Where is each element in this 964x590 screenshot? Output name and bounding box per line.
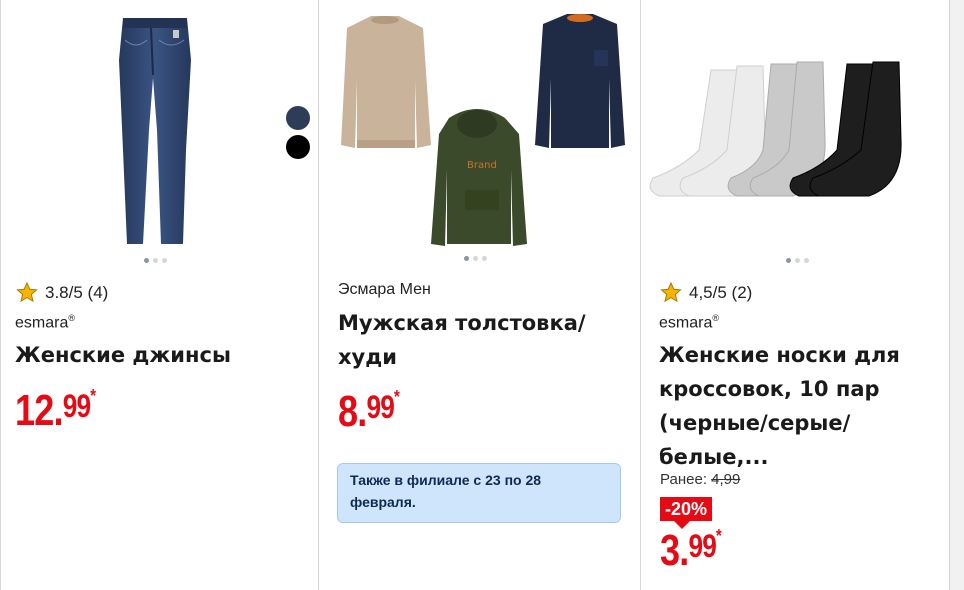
product-grid: 3.8/5 (4) esmara® Женские джинсы 12.99* … — [0, 0, 964, 590]
price-asterisk: * — [90, 386, 96, 406]
price-main: 12. — [15, 386, 64, 435]
title-line: Мужская толстовка/ — [338, 311, 586, 335]
notice-line: Также в филиале с 23 по 28 — [350, 472, 542, 488]
discount-badge: -20% — [660, 497, 713, 529]
product-rating[interactable]: 3.8/5 (4) — [15, 281, 108, 304]
sweatshirt-hoodie-product-image[interactable]: Brand — [319, 0, 640, 255]
carousel-dots[interactable] — [144, 258, 167, 263]
product-title[interactable]: Мужская толстовка/ худи — [338, 306, 586, 374]
product-title[interactable]: Женские носки для кроссовок, 10 пар (чер… — [659, 338, 949, 474]
carousel-dots[interactable] — [464, 256, 487, 261]
product-title[interactable]: Женские джинсы — [15, 338, 231, 372]
color-swatch-black[interactable] — [286, 135, 310, 159]
product-brand: esmara® — [659, 313, 719, 332]
price-cents: 99 — [62, 388, 91, 424]
product-card-sweatshirt[interactable]: Brand Эсмара Мен Мужская толстовка/ худи… — [286, 0, 640, 590]
old-price: Ранее: 4,99 — [660, 471, 740, 488]
product-card-jeans[interactable]: 3.8/5 (4) esmara® Женские джинсы 12.99* — [1, 0, 318, 590]
title-line: (черные/серые/белые,... — [659, 411, 851, 469]
product-brand: Эсмара Мен — [338, 281, 431, 298]
product-price: 8.99* — [338, 387, 400, 437]
old-price-value: 4,99 — [711, 471, 741, 488]
jeans-product-image[interactable] — [1, 0, 318, 255]
socks-product-image[interactable] — [641, 0, 949, 255]
svg-text:Brand: Brand — [467, 160, 497, 171]
price-cents: 99 — [366, 389, 395, 425]
product-price: 12.99* — [15, 386, 96, 436]
price-asterisk: * — [716, 526, 722, 546]
brand-name: esmara — [659, 314, 713, 332]
star-icon — [660, 281, 682, 303]
next-card-edge — [949, 0, 964, 590]
title-line: Женские носки для — [659, 343, 900, 367]
store-availability-notice: Также в филиале с 23 по 28 февраля. — [337, 463, 621, 523]
rating-value: 4,5/5 (2) — [689, 282, 753, 302]
registered-mark: ® — [68, 313, 75, 323]
product-brand: esmara® — [15, 313, 75, 332]
rating-value: 3.8/5 (4) — [45, 282, 109, 302]
product-card-socks[interactable]: 4,5/5 (2) esmara® Женские носки для крос… — [641, 0, 949, 590]
price-main: 8. — [338, 387, 367, 436]
price-main: 3. — [660, 526, 689, 575]
notice-line: февраля. — [350, 494, 416, 510]
product-rating[interactable]: 4,5/5 (2) — [659, 281, 752, 304]
brand-name: esmara — [15, 314, 69, 332]
carousel-dots[interactable] — [786, 258, 809, 263]
product-price: 3.99* — [660, 526, 722, 576]
registered-mark: ® — [712, 313, 719, 323]
title-line: кроссовок, 10 пар — [659, 377, 880, 401]
title-line: худи — [338, 345, 397, 369]
star-icon — [16, 281, 38, 303]
color-swatch-navy[interactable] — [286, 106, 310, 130]
old-price-label: Ранее: — [660, 471, 707, 488]
price-asterisk: * — [394, 387, 400, 407]
price-cents: 99 — [688, 528, 717, 564]
